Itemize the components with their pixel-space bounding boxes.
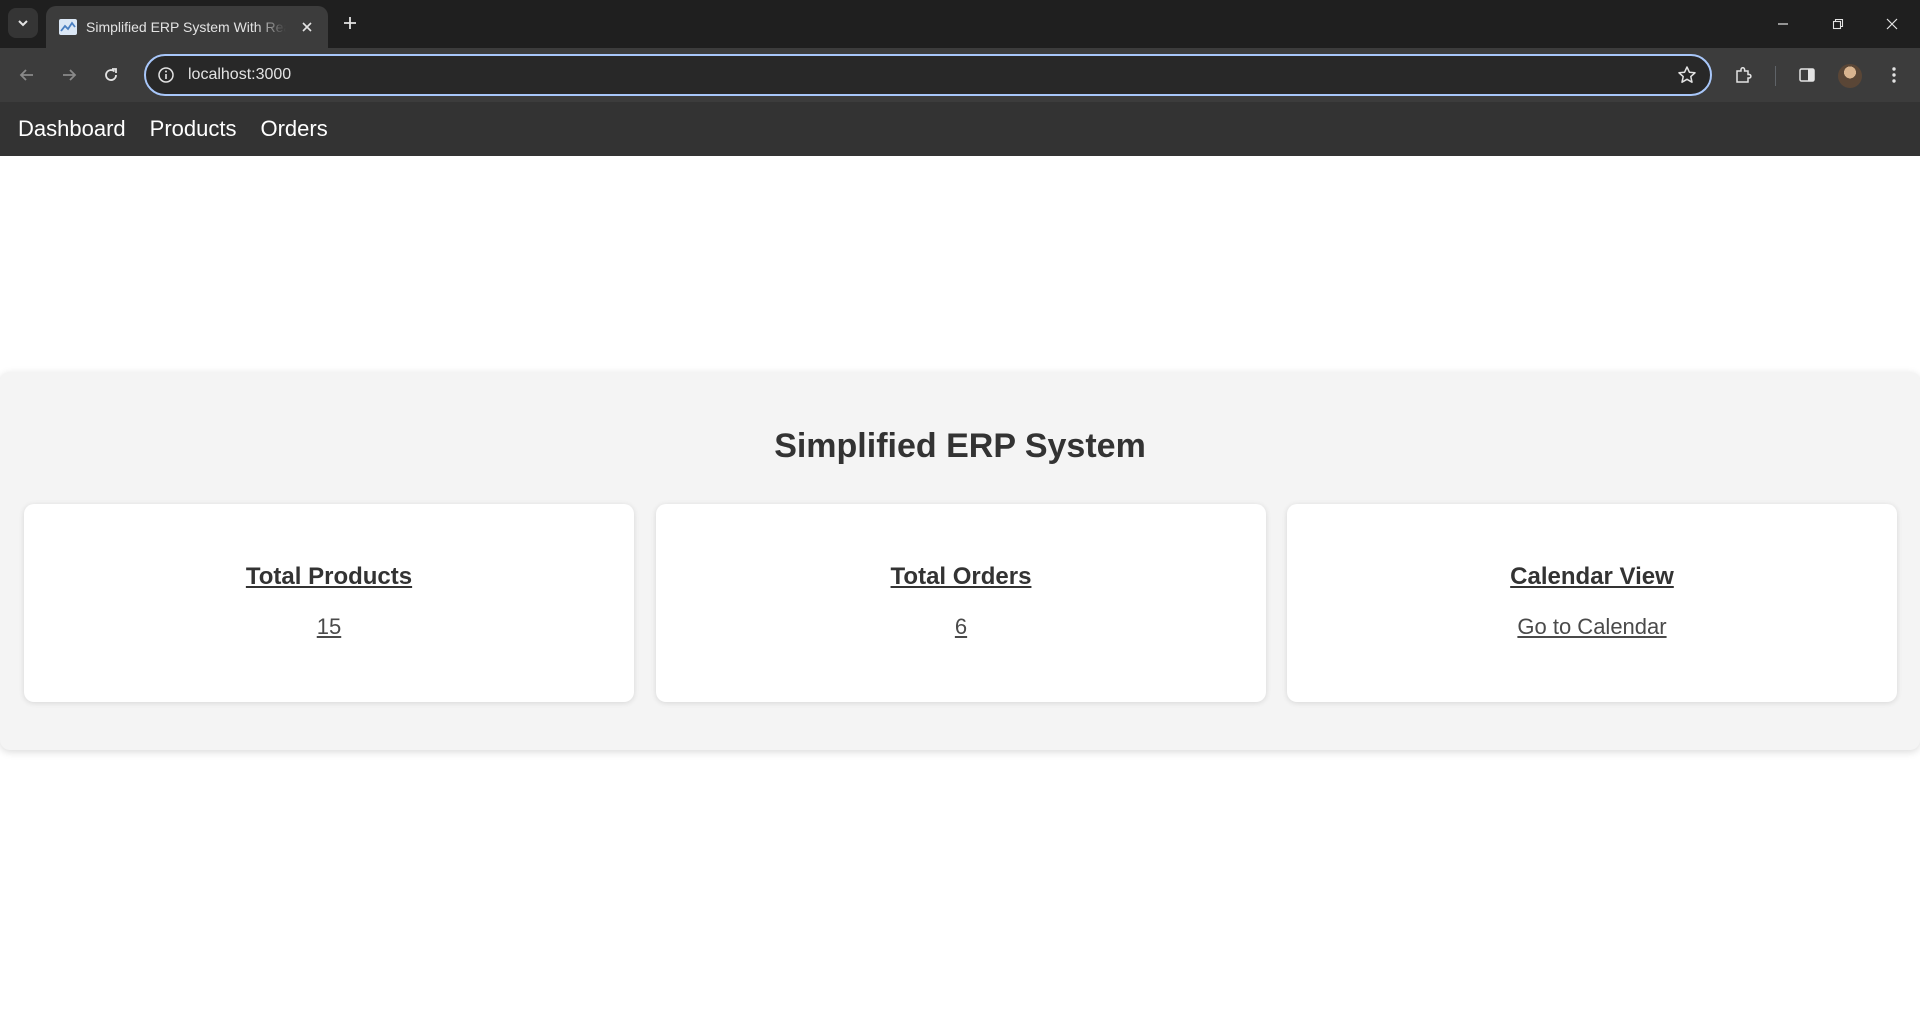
more-vertical-icon xyxy=(1892,67,1896,83)
site-info-button[interactable] xyxy=(156,65,176,85)
forward-button[interactable] xyxy=(54,60,84,90)
plus-icon xyxy=(344,17,356,29)
url-text: localhost:3000 xyxy=(188,66,292,83)
dashboard-panel: Simplified ERP System Total Products 15 … xyxy=(0,372,1920,750)
restore-button[interactable] xyxy=(1810,0,1866,48)
total-products-card[interactable]: Total Products 15 xyxy=(24,504,634,702)
tab-search-button[interactable] xyxy=(8,8,38,38)
tab-close-button[interactable] xyxy=(295,15,319,39)
calendar-view-card[interactable]: Calendar View Go to Calendar xyxy=(1287,504,1897,702)
card-value: 15 xyxy=(316,614,342,639)
close-window-button[interactable] xyxy=(1864,0,1920,48)
extensions-button[interactable] xyxy=(1728,60,1758,90)
nav-link-dashboard[interactable]: Dashboard xyxy=(18,116,126,142)
nav-link-orders[interactable]: Orders xyxy=(260,116,327,142)
arrow-left-icon xyxy=(19,69,33,81)
tab-title: Simplified ERP System With React xyxy=(86,19,286,35)
bookmark-button[interactable] xyxy=(1676,64,1698,86)
browser-menu-button[interactable] xyxy=(1879,60,1909,90)
app-navbar: Dashboard Products Orders xyxy=(0,102,1920,156)
card-title: Total Products xyxy=(245,563,413,590)
close-window-icon xyxy=(1886,18,1898,30)
card-link: Go to Calendar xyxy=(1517,614,1667,639)
arrow-right-icon xyxy=(63,69,77,81)
reload-button[interactable] xyxy=(96,60,126,90)
info-icon xyxy=(158,67,174,83)
browser-tab[interactable]: Simplified ERP System With React xyxy=(46,6,328,48)
side-panel-icon xyxy=(1799,68,1815,82)
address-bar[interactable]: localhost:3000 xyxy=(144,54,1712,96)
card-title: Total Orders xyxy=(890,563,1032,590)
chevron-down-icon xyxy=(18,20,28,27)
nav-link-products[interactable]: Products xyxy=(150,116,237,142)
card-value: 6 xyxy=(954,614,968,639)
browser-tabstrip: Simplified ERP System With React xyxy=(0,0,1920,48)
close-icon xyxy=(302,22,312,32)
minimize-button[interactable] xyxy=(1755,0,1811,48)
side-panel-button[interactable] xyxy=(1792,60,1822,90)
minimize-icon xyxy=(1778,23,1788,25)
favicon-icon xyxy=(59,19,77,35)
puzzle-icon xyxy=(1736,66,1752,83)
new-tab-button[interactable] xyxy=(336,9,364,37)
profile-avatar[interactable] xyxy=(1838,64,1862,88)
card-title: Calendar View xyxy=(1510,563,1674,590)
restore-icon xyxy=(1832,18,1844,30)
reload-icon xyxy=(105,68,117,81)
total-orders-card[interactable]: Total Orders 6 xyxy=(656,504,1266,702)
browser-toolbar: localhost:3000 xyxy=(0,48,1920,102)
star-icon xyxy=(1678,66,1696,83)
back-button[interactable] xyxy=(12,60,42,90)
page-title: Simplified ERP System xyxy=(774,427,1146,465)
toolbar-divider xyxy=(1775,66,1776,86)
